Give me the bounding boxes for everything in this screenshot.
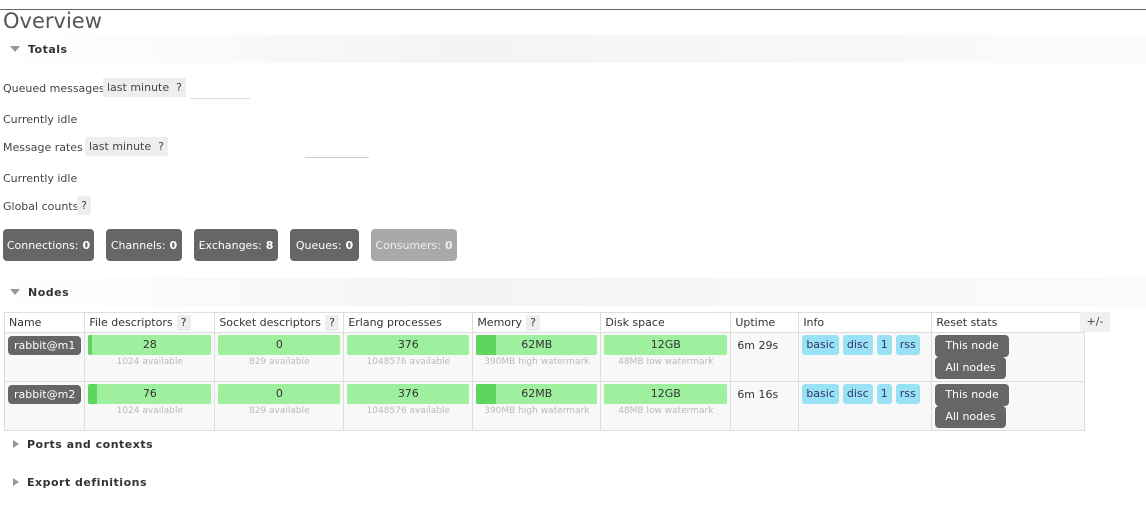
procs-available: 1048576 available <box>366 406 451 416</box>
rates-range-select[interactable]: last minute <box>85 137 156 156</box>
top-right-links <box>1076 0 1146 5</box>
memory-watermark: 390MB high watermark <box>484 357 590 367</box>
disk-watermark: 48MB low watermark <box>618 357 714 367</box>
connections-value: 0 <box>82 238 91 252</box>
queued-status: Currently idle <box>3 113 78 126</box>
exchanges-label: Exchanges: <box>198 238 262 252</box>
memory-bar: 62MB <box>476 384 598 404</box>
queued-help-button[interactable]: ? <box>172 78 186 97</box>
totals-section-label: Totals <box>28 42 68 56</box>
reset-all-nodes-button[interactable]: All nodes <box>935 406 1006 428</box>
queued-messages-label: Queued messages <box>3 82 105 95</box>
nodes-table-header: Name File descriptors? Socket descriptor… <box>3 312 1086 333</box>
info-count-tag: 1 <box>876 335 892 355</box>
queues-value: 0 <box>345 238 354 252</box>
sockets-available: 829 available <box>248 406 310 416</box>
connections-count-button[interactable]: Connections: 0 <box>3 229 94 261</box>
nodes-table: Name File descriptors? Socket descriptor… <box>3 312 1086 431</box>
queues-label: Queues: <box>295 238 342 252</box>
ports-section-label: Ports and contexts <box>27 437 154 451</box>
export-section-toggle[interactable]: Export definitions <box>0 468 1146 496</box>
socket-help-button[interactable]: ? <box>325 314 340 331</box>
reset-all-nodes-button[interactable]: All nodes <box>935 357 1006 379</box>
table-row: rabbit@m2 76 1024 available 0 829 availabl… <box>3 381 1086 431</box>
rates-status: Currently idle <box>3 172 78 185</box>
disk-bar: 12GB <box>604 335 728 355</box>
node-link[interactable]: rabbit@m1 <box>8 336 82 355</box>
channels-label: Channels: <box>110 238 166 252</box>
chevron-down-icon <box>10 289 20 295</box>
export-section-label: Export definitions <box>27 475 148 489</box>
ports-section-toggle[interactable]: Ports and contexts <box>0 430 1146 458</box>
consumers-label: Consumers: <box>375 238 441 252</box>
node-link[interactable]: rabbit@m2 <box>8 385 82 404</box>
col-name: Name <box>3 312 86 333</box>
connections-label: Connections: <box>6 238 79 252</box>
fd-available: 1024 available <box>116 357 183 367</box>
uptime-value: 6m 16s <box>737 388 779 401</box>
sockets-bar: 0 <box>218 384 341 404</box>
header-rule <box>0 9 1146 10</box>
fd-bar: 28 <box>88 335 212 355</box>
nodes-section-label: Nodes <box>28 285 70 299</box>
procs-bar: 376 <box>347 335 470 355</box>
fd-bar: 76 <box>88 384 212 404</box>
chevron-right-icon <box>13 440 19 448</box>
info-rss-tag: rss <box>895 384 920 404</box>
sockets-bar: 0 <box>218 335 341 355</box>
sockets-available: 829 available <box>248 357 310 367</box>
info-disc-tag: disc <box>842 384 873 404</box>
col-disk-space: Disk space <box>600 312 732 333</box>
chevron-right-icon <box>13 478 19 486</box>
exchanges-value: 8 <box>265 238 274 252</box>
reset-this-node-button[interactable]: This node <box>935 335 1009 357</box>
fd-available: 1024 available <box>116 406 183 416</box>
col-reset-stats: Reset stats <box>931 312 1086 333</box>
disk-bar: 12GB <box>604 384 728 404</box>
memory-help-button[interactable]: ? <box>526 314 541 331</box>
rates-chart-placeholder-line <box>305 157 369 158</box>
col-memory: Memory? <box>472 312 602 333</box>
channels-count-button[interactable]: Channels: 0 <box>106 229 182 261</box>
queues-count-button[interactable]: Queues: 0 <box>290 229 359 261</box>
col-info: Info <box>798 312 933 333</box>
chevron-down-icon <box>10 46 20 52</box>
nodes-section-toggle[interactable]: Nodes <box>0 278 1146 306</box>
global-counts-help-button[interactable]: ? <box>77 196 91 215</box>
queued-range-select[interactable]: last minute <box>103 78 174 97</box>
consumers-count-button[interactable]: Consumers: 0 <box>371 229 457 261</box>
columns-toggle-button[interactable]: +/- <box>1080 312 1110 332</box>
col-socket-descriptors: Socket descriptors? <box>214 312 345 333</box>
info-rss-tag: rss <box>895 335 920 355</box>
memory-bar: 62MB <box>476 335 598 355</box>
consumers-value: 0 <box>444 238 453 252</box>
reset-this-node-button[interactable]: This node <box>935 384 1009 406</box>
message-rates-label: Message rates <box>3 141 83 154</box>
col-erlang-processes: Erlang processes <box>343 312 474 333</box>
info-disc-tag: disc <box>842 335 873 355</box>
info-basic-tag: basic <box>802 335 839 355</box>
chart-placeholder-line <box>190 98 250 99</box>
info-basic-tag: basic <box>802 384 839 404</box>
col-uptime: Uptime <box>730 312 800 333</box>
info-count-tag: 1 <box>876 384 892 404</box>
table-row: rabbit@m1 28 1024 available 0 829 availabl… <box>3 332 1086 382</box>
rates-help-button[interactable]: ? <box>154 137 168 156</box>
col-file-descriptors: File descriptors? <box>84 312 216 333</box>
disk-watermark: 48MB low watermark <box>618 406 714 416</box>
fd-help-button[interactable]: ? <box>176 314 191 331</box>
memory-watermark: 390MB high watermark <box>484 406 590 416</box>
page-title: Overview <box>3 9 102 33</box>
channels-value: 0 <box>169 238 178 252</box>
procs-available: 1048576 available <box>366 357 451 367</box>
exchanges-count-button[interactable]: Exchanges: 8 <box>194 229 278 261</box>
global-counts-label: Global counts <box>3 200 79 213</box>
procs-bar: 376 <box>347 384 470 404</box>
uptime-value: 6m 29s <box>737 339 779 352</box>
totals-section-toggle[interactable]: Totals <box>0 35 1146 63</box>
